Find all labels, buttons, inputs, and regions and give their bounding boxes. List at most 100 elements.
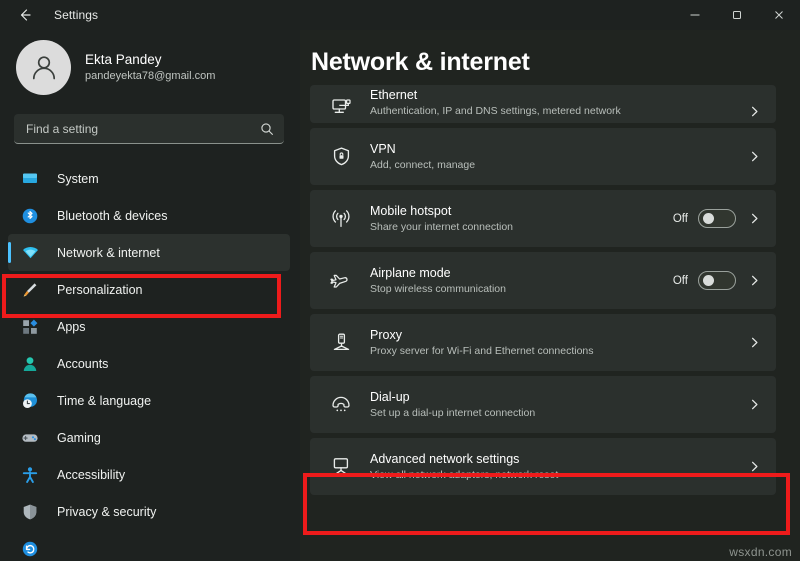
sidebar-item-system[interactable]: System (8, 160, 290, 197)
settings-card-airplane-mode[interactable]: Airplane mode Stop wireless communicatio… (310, 252, 776, 309)
sidebar-item-bluetooth-devices[interactable]: Bluetooth & devices (8, 197, 290, 234)
chevron-right-icon[interactable] (746, 460, 762, 473)
avatar (16, 39, 71, 95)
vpn-shield-lock-icon (328, 146, 354, 167)
watermark: wsxdn.com (729, 545, 792, 559)
sidebar: Ekta Pandey pandeyekta78@gmail.com Find … (0, 30, 300, 561)
card-right (746, 336, 762, 349)
chevron-right-icon[interactable] (746, 398, 762, 411)
card-title: Mobile hotspot (370, 204, 452, 218)
card-subtitle: Proxy server for Wi-Fi and Ethernet conn… (370, 345, 594, 357)
settings-card-dial-up[interactable]: Dial-up Set up a dial-up internet connec… (310, 376, 776, 433)
close-button[interactable] (758, 0, 800, 30)
search-input[interactable] (24, 120, 260, 137)
page-title: Network & internet (311, 48, 530, 76)
card-text: Advanced network settings View all netwo… (370, 451, 558, 482)
account-person-icon (20, 354, 40, 374)
dialup-phone-icon (328, 394, 354, 416)
window-controls (674, 0, 800, 30)
sidebar-item-label: Accessibility (57, 467, 126, 482)
clock-globe-icon (20, 391, 40, 411)
wifi-icon (20, 243, 40, 263)
sidebar-item-time-language[interactable]: Time & language (8, 382, 290, 419)
card-right (746, 460, 762, 473)
account-header[interactable]: Ekta Pandey pandeyekta78@gmail.com (0, 30, 300, 95)
toggle-knob (703, 213, 714, 224)
account-meta: Ekta Pandey pandeyekta78@gmail.com (85, 51, 215, 84)
sidebar-item-label: Bluetooth & devices (57, 208, 168, 223)
airplane-mode-toggle[interactable] (698, 271, 736, 290)
settings-window: Settings Ekta Pandey pandeyekta78@gmail.… (0, 0, 800, 561)
search-box[interactable] (14, 114, 284, 144)
search-icon[interactable] (260, 122, 274, 136)
account-name: Ekta Pandey (85, 51, 162, 67)
toggle-state-label: Off (672, 274, 688, 287)
close-icon (773, 9, 785, 21)
card-title: Airplane mode (370, 266, 451, 280)
minimize-button[interactable] (674, 0, 716, 30)
card-right: Off (673, 209, 762, 228)
card-title: Advanced network settings (370, 452, 520, 466)
apps-icon (20, 317, 40, 337)
maximize-button[interactable] (716, 0, 758, 30)
chevron-right-icon[interactable] (746, 336, 762, 349)
window-title: Settings (54, 8, 99, 22)
settings-card-vpn[interactable]: VPN Add, connect, manage (310, 128, 776, 185)
sidebar-item-label: Privacy & security (57, 504, 157, 519)
sidebar-item-network-internet[interactable]: Network & internet (8, 234, 290, 271)
sidebar-item-label: Personalization (57, 282, 143, 297)
sidebar-item-accounts[interactable]: Accounts (8, 345, 290, 382)
sidebar-item-accessibility[interactable]: Accessibility (8, 456, 290, 493)
back-arrow-icon (17, 7, 33, 23)
sidebar-item-apps[interactable]: Apps (8, 308, 290, 345)
maximize-icon (731, 9, 743, 21)
settings-card-ethernet[interactable]: Ethernet Authentication, IP and DNS sett… (310, 85, 776, 123)
minimize-icon (689, 9, 701, 21)
card-text: Mobile hotspot Share your internet conne… (370, 203, 513, 234)
airplane-icon (328, 270, 354, 292)
mobile-hotspot-toggle[interactable] (698, 209, 736, 228)
windows-update-icon (20, 539, 40, 559)
paintbrush-icon (20, 280, 40, 300)
ethernet-icon (328, 97, 354, 118)
system-monitor-icon (20, 169, 40, 189)
settings-card-proxy[interactable]: Proxy Proxy server for Wi-Fi and Etherne… (310, 314, 776, 371)
sidebar-item-personalization[interactable]: Personalization (8, 271, 290, 308)
settings-card-mobile-hotspot[interactable]: Mobile hotspot Share your internet conne… (310, 190, 776, 247)
sidebar-item-label: Time & language (57, 393, 152, 408)
settings-card-advanced-network-settings[interactable]: Advanced network settings View all netwo… (310, 438, 776, 495)
sidebar-item-privacy-security[interactable]: Privacy & security (8, 493, 290, 530)
back-button[interactable] (8, 1, 42, 29)
chevron-right-icon[interactable] (746, 212, 762, 225)
chevron-right-icon[interactable] (746, 150, 762, 163)
card-subtitle: Share your internet connection (370, 221, 514, 233)
card-subtitle: Add, connect, manage (370, 159, 476, 171)
card-subtitle: View all network adapters, network reset (370, 469, 559, 481)
card-text: Ethernet Authentication, IP and DNS sett… (370, 87, 621, 118)
chevron-right-icon[interactable] (746, 274, 762, 287)
sidebar-item-label: Network & internet (57, 245, 160, 260)
card-text: Dial-up Set up a dial-up internet connec… (370, 389, 535, 420)
sidebar-item-windows-update[interactable] (8, 530, 290, 561)
card-title: Dial-up (370, 390, 410, 404)
window-body: Ekta Pandey pandeyekta78@gmail.com Find … (0, 30, 800, 561)
chevron-right-icon[interactable] (746, 105, 762, 118)
card-title: Ethernet (370, 88, 418, 102)
card-subtitle: Set up a dial-up internet connection (370, 407, 536, 419)
card-subtitle: Stop wireless communication (370, 283, 506, 295)
sidebar-item-gaming[interactable]: Gaming (8, 419, 290, 456)
card-right (746, 150, 762, 163)
person-avatar-icon (27, 50, 61, 84)
toggle-knob (703, 275, 714, 286)
proxy-server-icon (328, 332, 354, 353)
main-content: Network & internet Ethernet Authenticati… (300, 30, 800, 561)
bluetooth-icon (20, 206, 40, 226)
card-text: VPN Add, connect, manage (370, 141, 475, 172)
card-right (746, 398, 762, 411)
card-text: Proxy Proxy server for Wi-Fi and Etherne… (370, 327, 594, 358)
sidebar-item-label: Apps (57, 319, 86, 334)
sidebar-nav: System Bluetooth & devices Network & int… (0, 160, 300, 561)
sidebar-item-label: System (57, 171, 99, 186)
toggle-state-label: Off (672, 212, 688, 225)
sidebar-item-label: Gaming (57, 430, 101, 445)
